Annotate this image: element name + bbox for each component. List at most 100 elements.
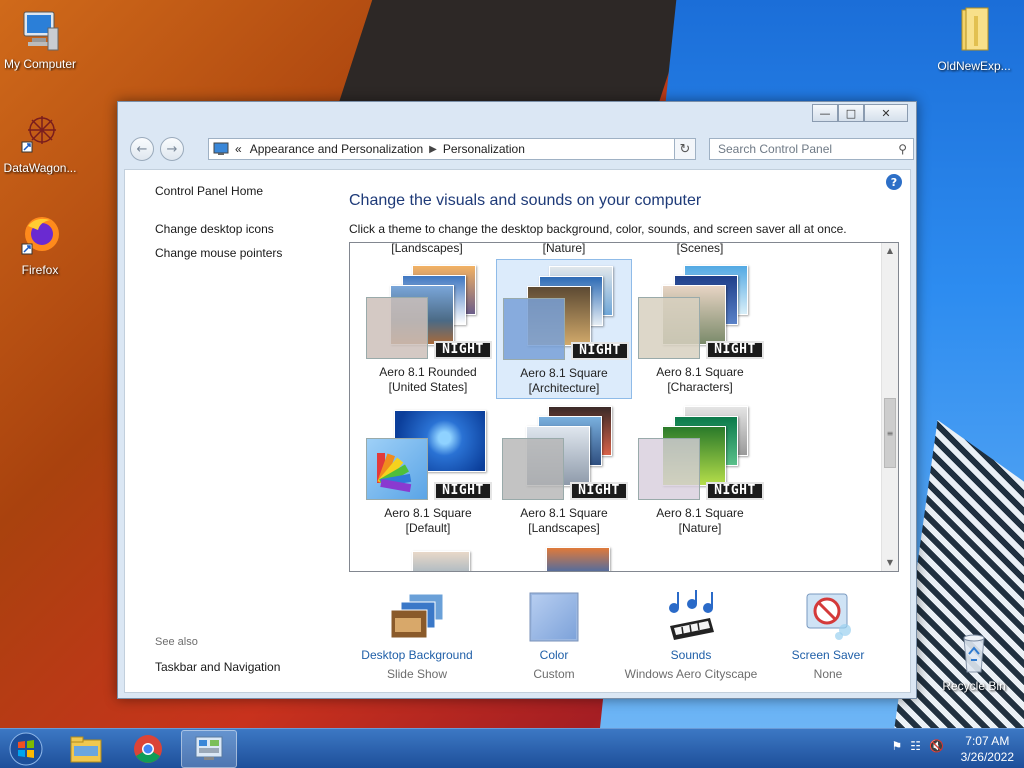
change-mouse-pointers-link[interactable]: Change mouse pointers — [155, 246, 335, 260]
theme-name: Aero 8.1 Rounded [United States] — [379, 365, 477, 394]
refresh-icon: ↻ — [679, 141, 691, 157]
theme-item[interactable]: NIGHT Aero 8.1 Square [Landscapes] — [496, 400, 632, 540]
theme-partial-label: [Scenes] — [676, 242, 724, 255]
volume-muted-icon[interactable]: 🔇 — [929, 739, 944, 753]
color-fan-icon — [377, 453, 412, 493]
content-area: Control Panel Home Change desktop icons … — [124, 169, 911, 693]
screen-saver-value: None — [813, 667, 843, 681]
recycle-bin-icon — [963, 634, 985, 673]
screen-saver-setting[interactable]: Screen Saver None — [758, 588, 898, 681]
sounds-value: Windows Aero Cityscape — [624, 667, 758, 681]
breadcrumb-appearance[interactable]: Appearance and Personalization — [250, 142, 423, 156]
color-icon — [529, 592, 579, 642]
chrome-icon — [134, 735, 162, 763]
desktop-icon-my-computer[interactable]: My Computer — [0, 8, 80, 71]
theme-partial-thumbnail — [412, 551, 470, 571]
desktop-icon-firefox[interactable]: Firefox — [0, 214, 80, 277]
color-value: Custom — [533, 667, 575, 681]
color-setting[interactable]: Color Custom — [484, 588, 624, 681]
clock-date: 3/26/2022 — [960, 750, 1014, 764]
navigation-bar: ← → « Appearance and Personalization ▶ P… — [124, 134, 914, 164]
sounds-icon — [669, 590, 714, 640]
search-input[interactable]: Search Control Panel ⚲ — [709, 138, 914, 160]
back-arrow-icon: ← — [136, 141, 148, 157]
desktop-background-setting[interactable]: Desktop Background Slide Show — [347, 588, 487, 681]
theme-item[interactable]: NIGHT Aero 8.1 Square [Nature] — [632, 400, 768, 540]
theme-item[interactable]: NIGHT Aero 8.1 Rounded [United States] — [360, 259, 496, 399]
theme-thumbnail: NIGHT — [360, 259, 496, 363]
desktop-icon-oldnewexplorer[interactable]: OldNewExp... — [934, 6, 1014, 73]
control-panel-icon — [213, 142, 229, 155]
night-badge: NIGHT — [571, 342, 629, 360]
night-badge: NIGHT — [706, 482, 764, 500]
night-badge: NIGHT — [570, 482, 628, 500]
close-icon: ✕ — [881, 106, 891, 120]
see-also-heading: See also — [155, 636, 198, 648]
theme-name: Aero 8.1 Square [Characters] — [656, 365, 744, 394]
breadcrumb-separator-icon: ▶ — [429, 143, 437, 155]
sounds-label[interactable]: Sounds — [621, 648, 761, 662]
theme-list[interactable]: [Landscapes] [Nature] [Scenes] NIGHT Aer… — [349, 242, 899, 572]
theme-thumbnail: NIGHT — [632, 400, 768, 504]
theme-thumbnail: NIGHT — [360, 400, 496, 504]
help-button[interactable]: ? — [886, 174, 902, 190]
desktop-background-icon — [390, 593, 444, 639]
windows-orb-icon — [9, 732, 43, 766]
caption-buttons: — □ ✕ — [812, 104, 908, 122]
night-badge: NIGHT — [434, 341, 492, 359]
back-button[interactable]: ← — [130, 137, 154, 161]
desktop-icon-datawagon[interactable]: DataWagon... — [0, 112, 80, 175]
theme-thumbnail: NIGHT — [497, 260, 633, 364]
page-subtitle: Click a theme to change the desktop back… — [349, 222, 847, 236]
desktop-background-label[interactable]: Desktop Background — [347, 648, 487, 662]
theme-name: Aero 8.1 Square [Architecture] — [520, 366, 608, 395]
refresh-button[interactable]: ↻ — [674, 138, 696, 160]
screen-saver-icon — [806, 593, 851, 640]
address-overflow-chevron[interactable]: « — [235, 142, 242, 156]
address-bar[interactable]: « Appearance and Personalization ▶ Perso… — [208, 138, 688, 160]
theme-name: Aero 8.1 Square [Nature] — [656, 506, 744, 535]
system-clock[interactable]: 7:07 AM 3/26/2022 — [961, 733, 1014, 765]
color-label[interactable]: Color — [484, 648, 624, 662]
change-desktop-icons-link[interactable]: Change desktop icons — [155, 222, 335, 236]
theme-item[interactable]: NIGHT Aero 8.1 Square [Default] — [360, 400, 496, 540]
minimize-icon: — — [819, 106, 831, 120]
theme-item[interactable]: NIGHT Aero 8.1 Square [Characters] — [632, 259, 768, 399]
taskbar-control-panel[interactable] — [181, 730, 237, 768]
taskbar-chrome[interactable] — [120, 730, 176, 768]
theme-thumbnail: NIGHT — [632, 259, 768, 363]
theme-name: Aero 8.1 Square [Default] — [384, 506, 472, 535]
network-icon[interactable]: ☷ — [910, 739, 921, 753]
search-icon: ⚲ — [898, 142, 907, 156]
action-center-flag-icon[interactable]: ⚑ — [892, 739, 903, 753]
control-panel-home-link[interactable]: Control Panel Home — [155, 184, 335, 198]
minimize-button[interactable]: — — [812, 104, 838, 122]
taskbar-explorer[interactable] — [58, 730, 114, 768]
start-button[interactable] — [6, 731, 46, 767]
desktop-icon-recycle-bin[interactable]: Recycle Bin — [934, 630, 1014, 693]
theme-list-scrollbar[interactable]: ▲ ≡ ▼ — [881, 243, 898, 571]
file-explorer-icon — [70, 736, 102, 763]
page-title: Change the visuals and sounds on your co… — [349, 192, 702, 209]
datawagon-icon — [21, 116, 56, 153]
close-button[interactable]: ✕ — [864, 104, 908, 122]
theme-item-selected[interactable]: NIGHT Aero 8.1 Square [Architecture] — [496, 259, 632, 399]
search-placeholder: Search Control Panel — [718, 142, 833, 156]
screen-saver-label[interactable]: Screen Saver — [758, 648, 898, 662]
sounds-setting[interactable]: Sounds Windows Aero Cityscape — [621, 588, 761, 681]
theme-thumbnail: NIGHT — [496, 400, 632, 504]
maximize-icon: □ — [845, 106, 857, 120]
maximize-button[interactable]: □ — [838, 104, 864, 122]
scroll-down-icon[interactable]: ▼ — [882, 555, 898, 571]
breadcrumb-personalization[interactable]: Personalization — [443, 142, 525, 156]
control-panel-icon — [195, 736, 223, 760]
firefox-icon — [21, 217, 59, 255]
scroll-thumb[interactable]: ≡ — [884, 398, 896, 468]
clock-time: 7:07 AM — [965, 734, 1010, 748]
theme-partial-thumbnail — [546, 547, 610, 571]
forward-button[interactable]: → — [160, 137, 184, 161]
personalization-window: — □ ✕ ← → « Appearance and Personalizati… — [117, 101, 917, 699]
taskbar-navigation-link[interactable]: Taskbar and Navigation — [155, 660, 280, 674]
help-icon: ? — [890, 175, 898, 189]
scroll-up-icon[interactable]: ▲ — [882, 243, 898, 259]
